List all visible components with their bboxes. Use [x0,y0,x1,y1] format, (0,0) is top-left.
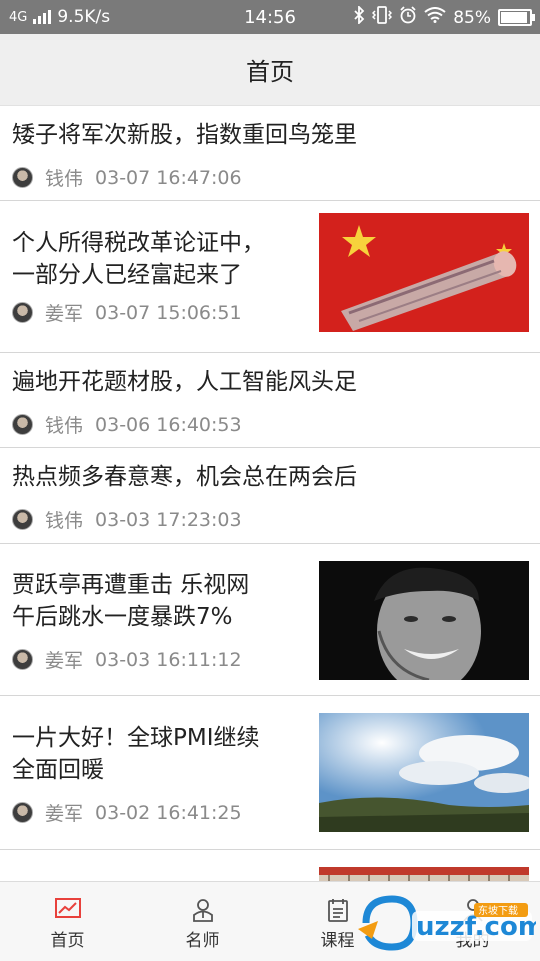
article-item[interactable]: 矮子将军次新股，指数重回鸟笼里 钱伟 03-07 16:47:06 [0,106,540,201]
author-name: 姜军 [45,803,84,825]
article-thumbnail[interactable] [319,213,529,332]
calendar-icon [327,898,349,926]
status-bar: 4G 9.5K/s 14:56 85% [0,0,540,34]
article-datetime: 03-03 17:23:03 [95,508,242,531]
svg-text:东坡下载: 东坡下载 [478,904,518,917]
tab-label: 首页 [50,931,85,951]
article-item[interactable]: 一片大好！全球PMI继续 全面回暖 姜军 03-02 16:41:25 [0,696,540,850]
tab-teachers[interactable]: 名师 [135,882,270,961]
article-title: 遍地开花题材股，人工智能风头足 [12,369,357,395]
chart-icon [54,898,81,924]
article-meta: 姜军 03-02 16:41:25 [12,799,242,826]
wifi-icon [424,7,446,28]
author-avatar [12,509,33,530]
article-item[interactable]: 贾跃亭再遭重击 乐视网 午后跳水一度暴跌7% 姜军 03-03 16:11:12 [0,544,540,696]
article-item[interactable]: 个人所得税改革论证中， 一部分人已经富起来了 姜军 03-07 15:06:51 [0,201,540,353]
article-datetime: 03-06 16:40:53 [95,413,242,436]
article-title: 个人所得税改革论证中， 一部分人已经富起来了 [12,230,265,288]
article-meta: 钱伟 03-06 16:40:53 [12,411,242,438]
article-title: 一片大好！全球PMI继续 全面回暖 [12,725,260,783]
article-title: 贾跃亭再遭重击 乐视网 午后跳水一度暴跌7% [12,572,250,630]
author-avatar [12,302,33,323]
battery-percent: 85% [453,7,491,28]
article-datetime: 03-03 16:11:12 [95,648,242,671]
article-meta: 姜军 03-07 15:06:51 [12,299,242,326]
battery-icon [498,9,535,26]
author-name: 姜军 [45,303,84,325]
teacher-icon [191,898,215,926]
author-avatar [12,414,33,435]
author-avatar [12,167,33,188]
article-datetime: 03-02 16:41:25 [95,801,242,824]
alarm-icon [399,6,417,29]
article-list: 矮子将军次新股，指数重回鸟笼里 钱伟 03-07 16:47:06 个人所得税改… [0,106,540,910]
author-name: 钱伟 [45,415,84,437]
article-item[interactable]: 遍地开花题材股，人工智能风头足 钱伟 03-06 16:40:53 [0,353,540,448]
author-name: 姜军 [45,650,84,672]
author-avatar [12,802,33,823]
article-datetime: 03-07 15:06:51 [95,301,242,324]
article-title: 热点频多春意寒，机会总在两会后 [12,464,357,490]
top-app-bar: 首页 [0,34,540,106]
tab-home[interactable]: 首页 [0,882,135,961]
article-title: 矮子将军次新股，指数重回鸟笼里 [12,122,357,148]
article-thumbnail[interactable] [319,561,529,680]
author-avatar [12,649,33,670]
article-thumbnail[interactable] [319,713,529,832]
article-meta: 钱伟 03-07 16:47:06 [12,164,242,191]
article-item[interactable]: 热点频多春意寒，机会总在两会后 钱伟 03-03 17:23:03 [0,448,540,544]
article-datetime: 03-07 16:47:06 [95,166,242,189]
article-meta: 姜军 03-03 16:11:12 [12,646,242,673]
tab-label: 名师 [185,931,220,951]
watermark-logo: uzzf.com 东坡下载 [356,893,540,951]
page-title: 首页 [246,58,294,86]
author-name: 钱伟 [45,510,84,532]
bluetooth-icon [353,4,365,29]
author-name: 钱伟 [45,168,84,190]
vibrate-icon [372,6,393,29]
article-meta: 钱伟 03-03 17:23:03 [12,506,242,533]
